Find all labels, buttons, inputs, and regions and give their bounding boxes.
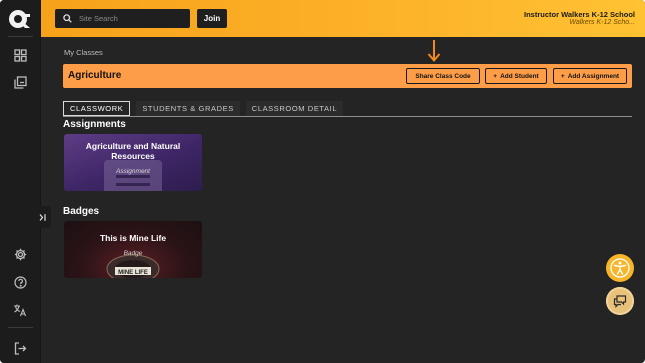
plus-icon: + (493, 72, 498, 80)
add-student-label: Add Student (500, 72, 539, 80)
sidebar-divider (8, 36, 33, 37)
assignment-card[interactable]: Agriculture and Natural Resources Assign… (64, 134, 202, 191)
class-title: Agriculture (68, 70, 122, 81)
badge-art-text: MINE LIFE (118, 270, 148, 276)
logout-icon[interactable] (12, 340, 28, 356)
help-icon[interactable] (12, 274, 28, 290)
app-window: Site Search Join Instructor Walkers K-12… (0, 0, 645, 363)
chat-button[interactable] (606, 287, 634, 315)
main-content: My Classes Agriculture Share Class Code … (41, 37, 645, 363)
class-header-bar: Agriculture Share Class Code + Add Stude… (63, 64, 632, 88)
top-bar: Site Search Join Instructor Walkers K-12… (41, 0, 645, 37)
tabs-divider (63, 116, 632, 117)
tab-classroom-detail[interactable]: CLASSROOM DETAIL (245, 101, 344, 116)
plus-icon: + (560, 72, 565, 80)
settings-icon[interactable] (12, 246, 28, 262)
sidebar-divider (8, 327, 33, 328)
accessibility-icon (610, 258, 630, 278)
document-line (116, 175, 150, 178)
assignment-card-title: Agriculture and Natural Resources (85, 141, 181, 161)
badge-card-title: This is Mine Life (99, 233, 167, 243)
annotation-arrow-icon (427, 40, 441, 63)
badge-card[interactable]: MINE LIFE This is Mine Life Badge (64, 221, 202, 278)
assignment-card-type: Assignment (116, 168, 150, 175)
add-assignment-label: Add Assignment (567, 72, 620, 80)
app-logo[interactable] (8, 8, 32, 30)
add-student-button[interactable]: + Add Student (485, 68, 547, 84)
library-icon[interactable] (12, 74, 28, 90)
tab-classwork[interactable]: CLASSWORK (63, 101, 131, 116)
assignments-heading: Assignments (63, 119, 126, 130)
dashboard-icon[interactable] (12, 47, 28, 63)
search-icon (63, 14, 72, 23)
badge-card-type: Badge (123, 250, 143, 257)
class-tabs: CLASSWORK STUDENTS & GRADES CLASSROOM DE… (63, 101, 344, 116)
add-assignment-button[interactable]: + Add Assignment (553, 68, 627, 84)
share-class-code-button[interactable]: Share Class Code (406, 68, 480, 84)
search-placeholder: Site Search (79, 14, 118, 23)
accessibility-button[interactable] (606, 254, 634, 282)
breadcrumb[interactable]: My Classes (64, 48, 103, 57)
translate-icon[interactable] (12, 302, 28, 318)
tab-students-grades[interactable]: STUDENTS & GRADES (136, 101, 240, 116)
user-school: Walkers K-12 Scho... (569, 19, 635, 26)
sidebar (0, 0, 41, 363)
search-input[interactable]: Site Search (55, 9, 190, 28)
document-line (116, 183, 150, 186)
join-button[interactable]: Join (197, 9, 227, 28)
chat-icon (613, 295, 627, 308)
badges-heading: Badges (63, 206, 100, 217)
share-class-code-label: Share Class Code (415, 72, 471, 80)
user-name[interactable]: Instructor Walkers K-12 School (524, 10, 635, 19)
